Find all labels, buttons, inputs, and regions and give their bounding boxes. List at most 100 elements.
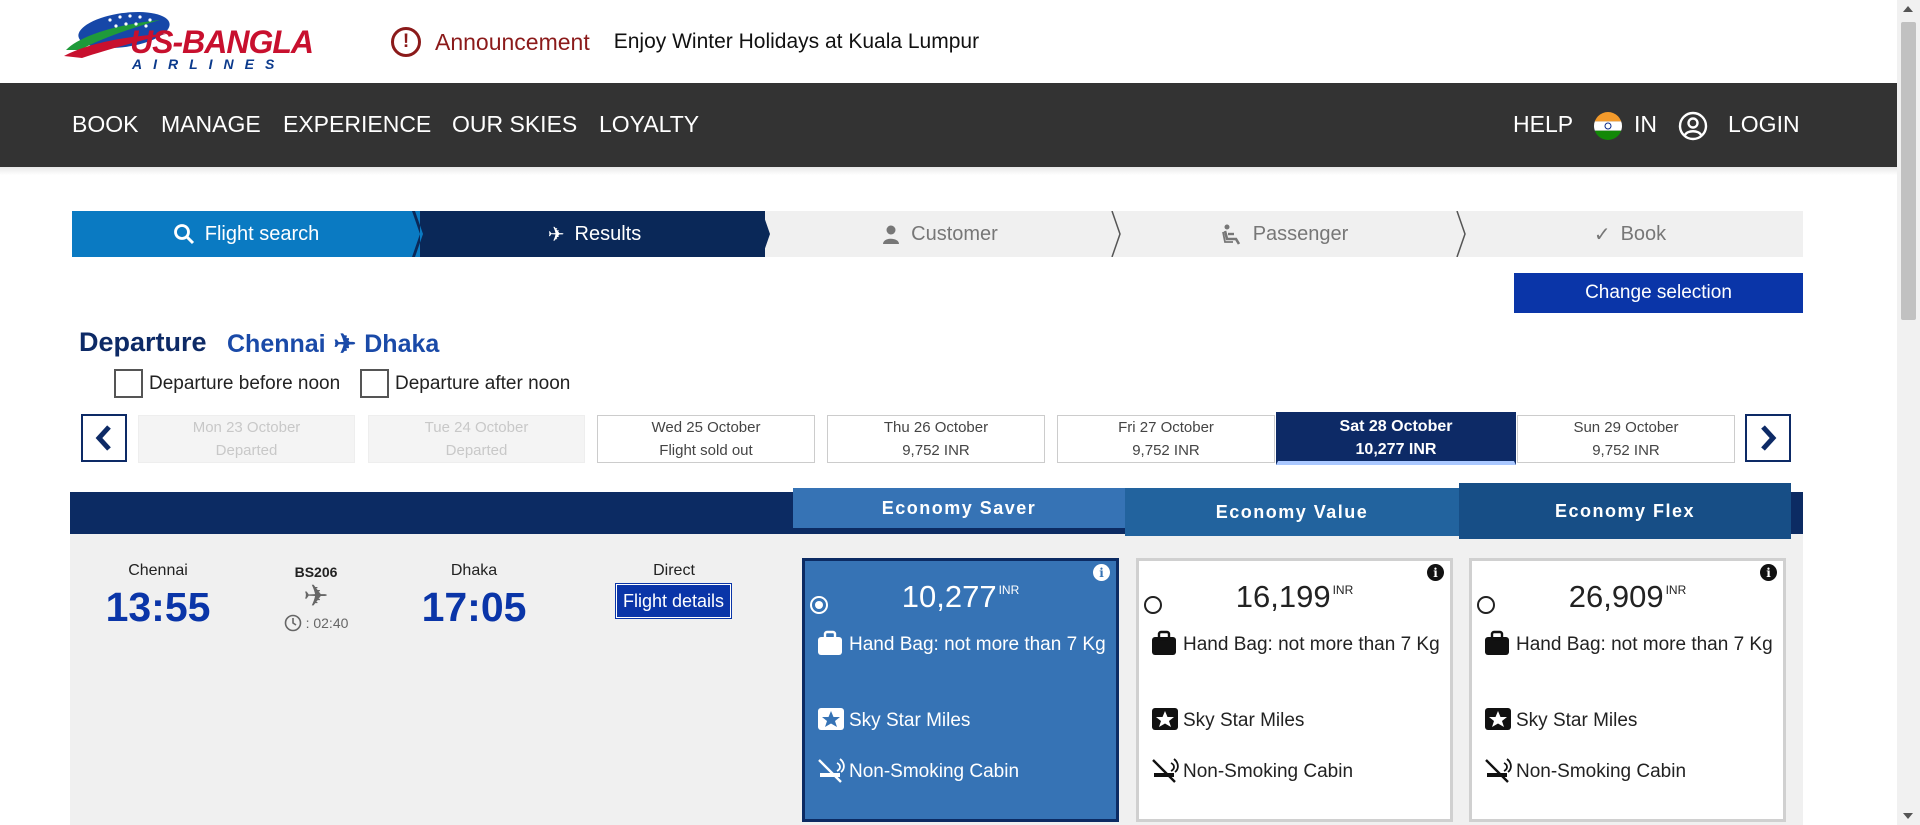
- nav-our-skies[interactable]: OUR SKIES: [452, 111, 577, 138]
- nav-book[interactable]: BOOK: [72, 111, 138, 138]
- logo-subtitle: AIRLINES: [132, 56, 286, 72]
- star-ticket-icon: [817, 704, 849, 734]
- date-day: Thu 26 October: [883, 419, 989, 436]
- no-smoking-icon: [1484, 755, 1516, 785]
- fare-feature-baggage: Hand Bag: not more than 7 Kg: [1484, 628, 1773, 661]
- date-info: 9,752 INR: [1592, 442, 1660, 459]
- luggage-icon: [817, 628, 849, 658]
- flight-number: BS206: [294, 564, 338, 580]
- fare-card-saver[interactable]: i 10,277 INR Hand Bag: not more than 7 Kg…: [802, 558, 1119, 822]
- chevron-right-icon: [1761, 425, 1777, 451]
- plane-icon: ✈: [333, 329, 357, 359]
- nav-manage[interactable]: MANAGE: [161, 111, 261, 138]
- announcement-message[interactable]: Enjoy Winter Holidays at Kuala Lumpur: [614, 30, 979, 54]
- step-label: Results: [574, 222, 642, 245]
- flight-details-button[interactable]: Flight details: [615, 583, 732, 619]
- date-day: Sat 28 October: [1339, 417, 1453, 435]
- clock-icon: [284, 614, 301, 632]
- date-option[interactable]: Wed 25 October Flight sold out: [597, 415, 815, 463]
- date-info: Departed: [445, 442, 508, 459]
- arrival-time: 17:05: [421, 584, 527, 630]
- step-passenger: Passenger: [1112, 211, 1457, 257]
- filter-label: Departure before noon: [149, 372, 341, 394]
- seat-icon: [1221, 224, 1240, 245]
- stops-label: Direct: [653, 562, 695, 579]
- luggage-icon: [1151, 628, 1183, 658]
- plane-icon: ✈: [547, 223, 565, 246]
- step-flight-search[interactable]: Flight search: [72, 211, 420, 257]
- filter-after-noon[interactable]: Departure after noon: [360, 369, 570, 398]
- departure-time: 13:55: [105, 584, 211, 630]
- fare-feature-baggage: Hand Bag: not more than 7 Kg: [1151, 628, 1440, 661]
- fare-family-flex: Economy Flex: [1459, 483, 1791, 539]
- scroll-down-icon[interactable]: [1903, 813, 1913, 819]
- route-destination: Dhaka: [364, 330, 440, 358]
- date-option: Mon 23 October Departed: [138, 415, 355, 463]
- prev-dates-button[interactable]: [81, 414, 127, 462]
- airline-logo[interactable]: US-BANGLA AIRLINES: [62, 6, 317, 72]
- change-selection-button[interactable]: Change selection: [1514, 273, 1803, 313]
- step-label: Customer: [911, 222, 998, 245]
- step-customer: Customer: [767, 211, 1112, 257]
- flight-stops: Direct: [624, 562, 724, 580]
- step-label: Book: [1620, 222, 1667, 245]
- date-day: Fri 27 October: [1118, 419, 1214, 436]
- check-icon: ✓: [1593, 223, 1611, 246]
- chevron-left-icon: [95, 425, 111, 451]
- route-origin: Chennai: [227, 330, 326, 358]
- departure-route: Chennai ✈ Dhaka: [227, 329, 439, 360]
- nav-help[interactable]: HELP: [1513, 111, 1573, 138]
- scroll-up-icon[interactable]: [1903, 6, 1913, 12]
- date-option: Tue 24 October Departed: [368, 415, 585, 463]
- date-info: 10,277 INR: [1355, 440, 1437, 458]
- flight-meta: BS206 ✈ : 02:40: [276, 564, 356, 632]
- fare-card-flex[interactable]: i 26,909 INR Hand Bag: not more than 7 Kg…: [1469, 558, 1786, 822]
- page-scrollbar[interactable]: [1897, 0, 1920, 825]
- step-label: Passenger: [1252, 222, 1349, 245]
- fare-feature-miles: Sky Star Miles: [817, 704, 1106, 737]
- flight-destination: Dhaka 17:05: [414, 562, 534, 631]
- user-account-icon[interactable]: [1678, 111, 1708, 141]
- checkbox-before-noon[interactable]: [114, 369, 143, 398]
- origin-city: Chennai: [128, 562, 188, 579]
- date-option[interactable]: Thu 26 October 9,752 INR: [827, 415, 1045, 463]
- step-book: ✓ Book: [1457, 211, 1803, 257]
- star-ticket-icon: [1151, 704, 1183, 734]
- step-label: Flight search: [204, 222, 320, 245]
- duration-text: : 02:40: [305, 615, 349, 631]
- search-icon: [173, 224, 194, 245]
- fare-card-value[interactable]: i 16,199 INR Hand Bag: not more than 7 Kg…: [1136, 558, 1453, 822]
- fare-family-saver: Economy Saver: [793, 488, 1125, 528]
- nav-login[interactable]: LOGIN: [1728, 111, 1800, 138]
- next-dates-button[interactable]: [1745, 414, 1791, 462]
- nav-loyalty[interactable]: LOYALTY: [599, 111, 699, 138]
- step-results: ✈ Results: [422, 211, 767, 257]
- plane-icon: ✈: [303, 580, 329, 613]
- announcement-bar[interactable]: ! Announcement Enjoy Winter Holidays at …: [391, 22, 979, 62]
- nav-experience[interactable]: EXPERIENCE: [283, 111, 431, 138]
- fare-feature-miles: Sky Star Miles: [1484, 704, 1773, 737]
- filter-before-noon[interactable]: Departure before noon: [114, 369, 340, 398]
- date-day: Tue 24 October: [424, 419, 529, 436]
- date-option-selected[interactable]: Sat 28 October 10,277 INR: [1276, 412, 1516, 465]
- date-day: Mon 23 October: [192, 419, 301, 436]
- nav-country[interactable]: IN: [1634, 111, 1657, 138]
- fare-price: 16,199 INR: [1235, 579, 1354, 614]
- india-flag-icon[interactable]: [1594, 112, 1622, 140]
- date-option[interactable]: Fri 27 October 9,752 INR: [1057, 415, 1275, 463]
- checkbox-after-noon[interactable]: [360, 369, 389, 398]
- scrollbar-thumb[interactable]: [1901, 22, 1916, 320]
- date-option[interactable]: Sun 29 October 9,752 INR: [1517, 415, 1735, 463]
- main-nav: BOOK MANAGE EXPERIENCE OUR SKIES LOYALTY…: [0, 83, 1897, 167]
- date-info: 9,752 INR: [902, 442, 970, 459]
- announcement-label: Announcement: [435, 28, 590, 55]
- person-icon: [883, 225, 900, 244]
- duration: : 02:40: [276, 614, 356, 632]
- filter-label: Departure after noon: [395, 372, 571, 394]
- date-day: Wed 25 October: [651, 419, 761, 436]
- fare-feature-baggage: Hand Bag: not more than 7 Kg: [817, 628, 1106, 661]
- destination-city: Dhaka: [450, 562, 498, 579]
- fare-price: 10,277 INR: [901, 579, 1020, 614]
- date-info: 9,752 INR: [1132, 442, 1200, 459]
- date-info: Departed: [215, 442, 278, 459]
